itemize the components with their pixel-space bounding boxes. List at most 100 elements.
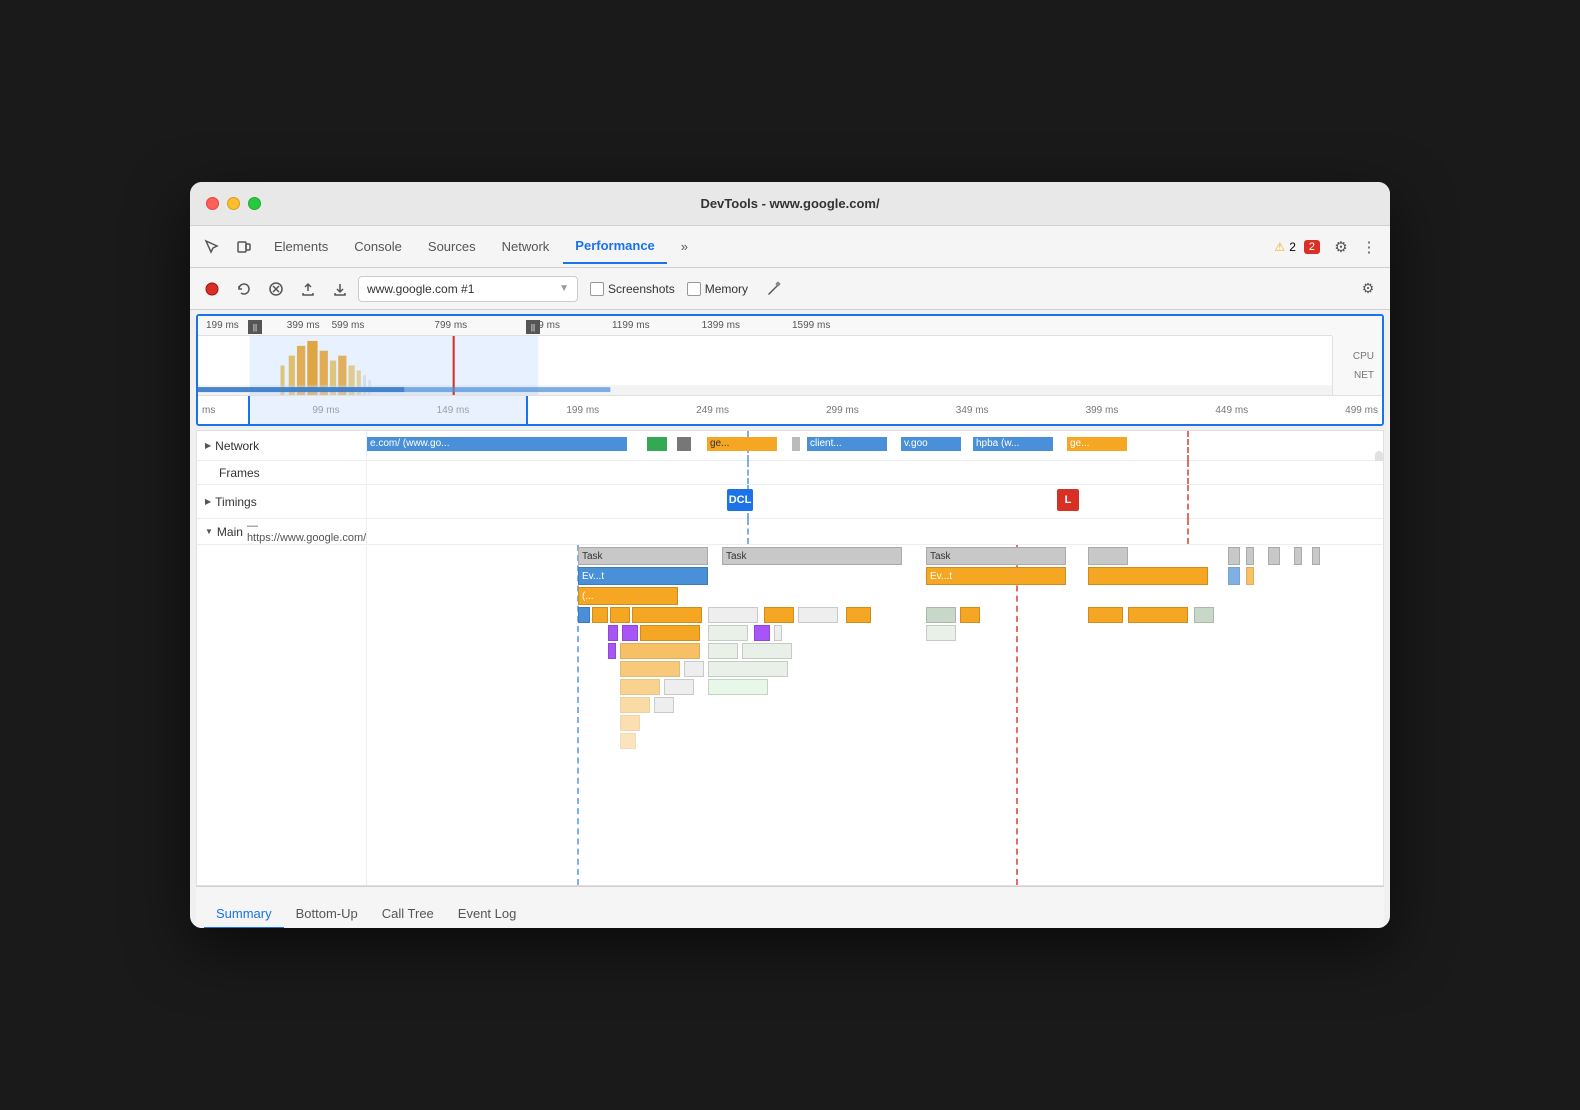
fr8-2[interactable] (654, 697, 674, 713)
f4-10[interactable] (960, 607, 980, 623)
title-bar: DevTools - www.google.com/ (190, 182, 1390, 226)
network-expand-icon[interactable] (205, 441, 211, 450)
f4-6[interactable] (764, 607, 794, 623)
close-button[interactable] (206, 197, 219, 210)
event-block-2[interactable]: Ev...t (926, 567, 1066, 585)
f4-3[interactable] (610, 607, 630, 623)
record-button[interactable] (198, 275, 226, 303)
frames-dashed-1 (747, 461, 749, 484)
reload-record-button[interactable] (230, 275, 258, 303)
f4-7[interactable] (798, 607, 838, 623)
tab-event-log[interactable]: Event Log (446, 900, 529, 928)
tab-call-tree[interactable]: Call Tree (370, 900, 446, 928)
fr7-1[interactable] (620, 679, 660, 695)
brush-icon[interactable] (760, 275, 788, 303)
right-ev-1[interactable] (1228, 567, 1240, 585)
dashed-line-red (1187, 431, 1189, 461)
f4-8[interactable] (846, 607, 871, 623)
tab-bottom-up[interactable]: Bottom-Up (284, 900, 370, 928)
right-ev-2[interactable] (1246, 567, 1254, 585)
f4-1[interactable] (578, 607, 590, 623)
f4-12[interactable] (1128, 607, 1188, 623)
fr6-2[interactable] (684, 661, 704, 677)
tab-console[interactable]: Console (342, 230, 414, 264)
devtools-window: DevTools - www.google.com/ Elements Cons… (190, 182, 1390, 928)
tab-summary[interactable]: Summary (204, 900, 284, 928)
purple-1[interactable] (608, 625, 618, 641)
minimize-button[interactable] (227, 197, 240, 210)
right-task-2[interactable] (1246, 547, 1254, 565)
flame-chart-area: Task Task Task Ev...t Ev...t (197, 545, 1383, 885)
label-1199: 1199 ms (612, 320, 650, 331)
network-content: e.com/ (www.go... ge... client... v.goo … (367, 431, 1383, 461)
url-text: www.google.com #1 (367, 282, 553, 296)
toolbar-settings-icon[interactable]: ⚙ (1354, 275, 1382, 303)
traffic-lights (206, 197, 261, 210)
clear-button[interactable] (262, 275, 290, 303)
tab-elements[interactable]: Elements (262, 230, 340, 264)
f4-4[interactable] (632, 607, 702, 623)
f4-13[interactable] (1194, 607, 1214, 623)
download-button[interactable] (326, 275, 354, 303)
right-labels: CPU NET (1332, 336, 1382, 395)
light-2[interactable] (774, 625, 782, 641)
fr10-1[interactable] (620, 733, 636, 749)
main-url: — https://www.google.com/ (247, 520, 366, 544)
f4-11[interactable] (1088, 607, 1123, 623)
network-scrollbar[interactable] (1375, 451, 1383, 461)
right-task-4[interactable] (1294, 547, 1302, 565)
memory-checkbox[interactable] (687, 282, 701, 296)
flame-content: Task Task Task Ev...t Ev...t (368, 545, 1383, 885)
timings-row: Timings DCL L (197, 485, 1383, 519)
timings-expand-icon[interactable] (205, 497, 211, 506)
maximize-button[interactable] (248, 197, 261, 210)
event-block-1[interactable]: Ev...t (578, 567, 708, 585)
fr6-3[interactable] (708, 661, 788, 677)
fr5-2[interactable] (620, 643, 700, 659)
fr7-2[interactable] (664, 679, 694, 695)
purple-3[interactable] (754, 625, 770, 641)
task-block-4[interactable] (1088, 547, 1128, 565)
tab-network[interactable]: Network (490, 230, 562, 264)
device-icon[interactable] (230, 233, 258, 261)
task-block-3[interactable]: Task (926, 547, 1066, 565)
fr5-1[interactable] (608, 643, 616, 659)
task-block-2[interactable]: Task (722, 547, 902, 565)
main-expand-icon[interactable] (205, 527, 213, 536)
frames-label: Frames (219, 466, 260, 480)
task-block-1[interactable]: Task (578, 547, 708, 565)
purple-2[interactable] (622, 625, 638, 641)
timings-label: Timings (215, 495, 257, 509)
tab-more[interactable]: » (669, 230, 700, 264)
more-options-icon[interactable]: ⋮ (1356, 234, 1382, 260)
performance-toolbar: www.google.com #1 ▼ Screenshots Memory ⚙ (190, 268, 1390, 310)
upload-button[interactable] (294, 275, 322, 303)
fr6-1[interactable] (620, 661, 680, 677)
f4-5[interactable] (708, 607, 758, 623)
right-task-3[interactable] (1268, 547, 1280, 565)
event-block-3[interactable] (1088, 567, 1208, 585)
url-selector[interactable]: www.google.com #1 ▼ (358, 276, 578, 302)
inspect-icon[interactable] (198, 233, 226, 261)
tab-sources[interactable]: Sources (416, 230, 488, 264)
fr5-3[interactable] (708, 643, 738, 659)
b-ms: ms (202, 405, 215, 416)
timeline-main: Network e.com/ (www.go... ge... client..… (196, 430, 1384, 886)
f4-2[interactable] (592, 607, 608, 623)
light-3[interactable] (926, 625, 956, 641)
f4-9[interactable] (926, 607, 956, 623)
screenshots-checkbox[interactable] (590, 282, 604, 296)
net-label: NET (1354, 370, 1374, 381)
orange-deep-1[interactable] (640, 625, 700, 641)
fr7-3[interactable] (708, 679, 768, 695)
fr8-1[interactable] (620, 697, 650, 713)
light-1[interactable] (708, 625, 748, 641)
settings-icon[interactable]: ⚙ (1328, 234, 1354, 260)
func-block-1[interactable]: (... (578, 587, 678, 605)
tab-performance[interactable]: Performance (563, 230, 666, 264)
right-task-5[interactable] (1312, 547, 1320, 565)
pause-marker-left: || (248, 320, 262, 334)
fr5-4[interactable] (742, 643, 792, 659)
right-task-1[interactable] (1228, 547, 1240, 565)
fr9-1[interactable] (620, 715, 640, 731)
